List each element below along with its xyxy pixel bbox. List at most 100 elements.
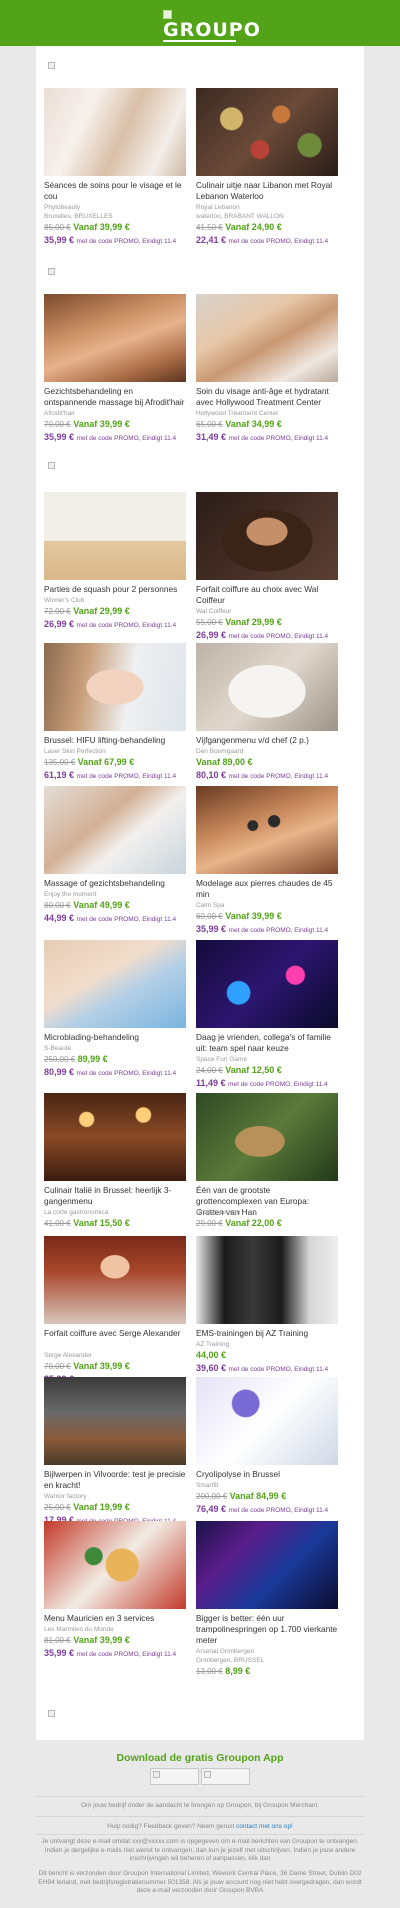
- promo-amount: 61,19 €: [44, 770, 75, 780]
- original-price: 65,00 €: [196, 420, 223, 429]
- deal-card[interactable]: Soin du visage anti-âge et hydratant ave…: [196, 294, 338, 442]
- deal-title[interactable]: Bijlwerpen in Vilvoorde: test je precisi…: [44, 1469, 186, 1491]
- email-header: GROUPO: [0, 0, 400, 46]
- sale-price: Vanaf 39,99 €: [73, 419, 130, 429]
- deal-card[interactable]: Brussel: HIFU lifting-behandeling Laser S…: [44, 643, 186, 783]
- deal-card[interactable]: Menu Mauricien en 3 services Les Marmites…: [44, 1521, 186, 1661]
- deal-title[interactable]: Séances de soins pour le visage et le co…: [44, 180, 186, 202]
- deal-image[interactable]: [196, 1093, 338, 1181]
- deal-image[interactable]: [196, 1521, 338, 1609]
- deal-card[interactable]: Één van de grootste grottencomplexen van…: [196, 1093, 338, 1233]
- deal-title[interactable]: Massage of gezichtsbehandeling: [44, 878, 186, 889]
- deal-title[interactable]: Culinair Italië in Brussel: heerlijk 3-g…: [44, 1185, 186, 1207]
- contact-link[interactable]: contact met ons op!: [236, 1823, 293, 1830]
- promo-text: met de code PROMO, Eindigt 11.4: [228, 927, 329, 934]
- deal-card[interactable]: Culinair uitje naar Libanon met Royal Le…: [196, 88, 338, 245]
- promo-price: 35,99 € met de code PROMO, Eindigt 11.4: [44, 431, 176, 445]
- deal-image[interactable]: [44, 1236, 186, 1324]
- deal-image[interactable]: [196, 786, 338, 874]
- deal-price: Vanaf 89,00 €: [196, 756, 253, 768]
- google-play-badge[interactable]: [201, 1768, 250, 1785]
- deals-card: Séances de soins pour le visage et le co…: [36, 46, 364, 1740]
- promo-price: 11,49 € met de code PROMO, Eindigt 11.4: [196, 1077, 328, 1091]
- deal-card[interactable]: Vijfgangenmenu v/d chef (2 p.) Den Boomga…: [196, 643, 338, 783]
- deal-image[interactable]: [44, 940, 186, 1028]
- promo-price: 35,99 € met de code PROMO, Eindigt 11.4: [196, 923, 328, 937]
- promo-price: 39,60 € met de code PROMO, Eindigt 11.4: [196, 1362, 328, 1376]
- deal-title[interactable]: Forfait coiffure avec Serge Alexander: [44, 1328, 186, 1339]
- sale-price: Vanaf 39,99 €: [225, 911, 282, 921]
- deal-price: 41,50 € Vanaf 24,90 €: [196, 221, 282, 234]
- deal-card[interactable]: Bijlwerpen in Vilvoorde: test je precisi…: [44, 1377, 186, 1525]
- deal-merchant: Afrodit'hair: [44, 410, 75, 417]
- deal-title[interactable]: Gezichtsbehandeling en ontspannende mass…: [44, 386, 186, 408]
- deal-card[interactable]: Forfait coiffure avec Serge Alexander Ser…: [44, 1236, 186, 1384]
- deal-title[interactable]: Parties de squash pour 2 personnes: [44, 584, 186, 595]
- deal-card[interactable]: Cryolipolyse in Brussel Smartfit 200,00 € …: [196, 1377, 338, 1517]
- deal-image[interactable]: [44, 294, 186, 382]
- deal-title[interactable]: Menu Mauricien en 3 services: [44, 1613, 186, 1624]
- merchant-text: Om jouw bedrijf onder de aandacht te bre…: [80, 1802, 320, 1809]
- deal-image[interactable]: [196, 492, 338, 580]
- deal-image[interactable]: [196, 294, 338, 382]
- original-price: 13,00 €: [196, 1667, 223, 1676]
- deal-card[interactable]: Daag je vrienden, collega's of familie u…: [196, 940, 338, 1088]
- app-download-title[interactable]: Download de gratis Groupon App: [0, 1752, 400, 1764]
- app-store-badge[interactable]: [150, 1768, 199, 1785]
- deal-price: 55,00 € Vanaf 29,99 €: [196, 616, 282, 629]
- help-text: Hulp nodig? Feedback geven? Neem gerust: [107, 1823, 235, 1830]
- deal-title[interactable]: Cryolipolyse in Brussel: [196, 1469, 338, 1480]
- deal-title[interactable]: Culinair uitje naar Libanon met Royal Le…: [196, 180, 338, 202]
- deal-image[interactable]: [196, 1377, 338, 1465]
- logo-underline: [163, 40, 236, 42]
- deal-image[interactable]: [44, 786, 186, 874]
- deal-title[interactable]: Microblading-behandeling: [44, 1032, 186, 1043]
- promo-text: met de code PROMO, Eindigt 11.4: [76, 916, 177, 923]
- deal-image[interactable]: [44, 88, 186, 176]
- original-price: 41,50 €: [196, 223, 223, 232]
- deal-price: 70,00 € Vanaf 39,99 €: [44, 1360, 130, 1373]
- deal-title[interactable]: Bigger is better: één uur trampolinespri…: [196, 1613, 338, 1646]
- deal-title[interactable]: Forfait coiffure au choix avec Wal Coiff…: [196, 584, 338, 606]
- original-price: 24,00 €: [196, 1066, 223, 1075]
- deal-title[interactable]: Brussel: HIFU lifting-behandeling: [44, 735, 186, 746]
- promo-amount: 26,99 €: [44, 619, 75, 629]
- deal-title[interactable]: Vijfgangenmenu v/d chef (2 p.): [196, 735, 338, 746]
- deal-card[interactable]: Parties de squash pour 2 personnes Winner…: [44, 492, 186, 632]
- deal-title[interactable]: Soin du visage anti-âge et hydratant ave…: [196, 386, 338, 408]
- deal-image[interactable]: [196, 88, 338, 176]
- deal-price: 200,00 € Vanaf 84,99 €: [196, 1490, 286, 1503]
- deal-title[interactable]: EMS-trainingen bij AZ Training: [196, 1328, 338, 1339]
- groupon-logo[interactable]: GROUPO: [163, 20, 261, 40]
- deal-card[interactable]: Microblading-behandeling S-Beauté 250,00 €…: [44, 940, 186, 1080]
- sale-price: Vanaf 89,00 €: [196, 757, 253, 767]
- deal-card[interactable]: Culinair Italië in Brussel: heerlijk 3-g…: [44, 1093, 186, 1233]
- deal-price: 24,00 € Vanaf 12,50 €: [196, 1064, 282, 1077]
- sale-price: Vanaf 22,00 €: [225, 1218, 282, 1228]
- deal-card[interactable]: Gezichtsbehandeling en ontspannende mass…: [44, 294, 186, 442]
- deal-price: 80,00 € Vanaf 49,99 €: [44, 899, 130, 912]
- original-price: 200,00 €: [196, 1492, 228, 1501]
- promo-price: 80,10 € met de code PROMO, Eindigt 11.4: [196, 769, 328, 783]
- deal-image[interactable]: [44, 1377, 186, 1465]
- deal-title[interactable]: Modelage aux pierres chaudes de 45 min: [196, 878, 338, 900]
- promo-amount: 39,60 €: [196, 1363, 227, 1373]
- deal-title[interactable]: Daag je vrienden, collega's of familie u…: [196, 1032, 338, 1054]
- deal-merchant: Winner's Club: [44, 597, 85, 604]
- original-price: 25,00 €: [44, 1503, 71, 1512]
- deal-card[interactable]: Bigger is better: één uur trampolinespri…: [196, 1521, 338, 1676]
- deal-price: 85,00 € Vanaf 39,99 €: [44, 221, 130, 234]
- deal-card[interactable]: Séances de soins pour le visage et le co…: [44, 88, 186, 245]
- deal-card[interactable]: Modelage aux pierres chaudes de 45 min Ca…: [196, 786, 338, 934]
- deal-card[interactable]: Forfait coiffure au choix avec Wal Coiff…: [196, 492, 338, 640]
- deal-image[interactable]: [196, 1236, 338, 1324]
- deal-image[interactable]: [44, 1093, 186, 1181]
- deal-image[interactable]: [196, 643, 338, 731]
- deal-image[interactable]: [44, 1521, 186, 1609]
- deal-card[interactable]: Massage of gezichtsbehandeling Enjoy the …: [44, 786, 186, 926]
- deal-image[interactable]: [44, 643, 186, 731]
- deal-card[interactable]: EMS-trainingen bij AZ Training AZ Trainin…: [196, 1236, 338, 1376]
- deal-image[interactable]: [196, 940, 338, 1028]
- broken-image-icon: [48, 462, 55, 469]
- deal-image[interactable]: [44, 492, 186, 580]
